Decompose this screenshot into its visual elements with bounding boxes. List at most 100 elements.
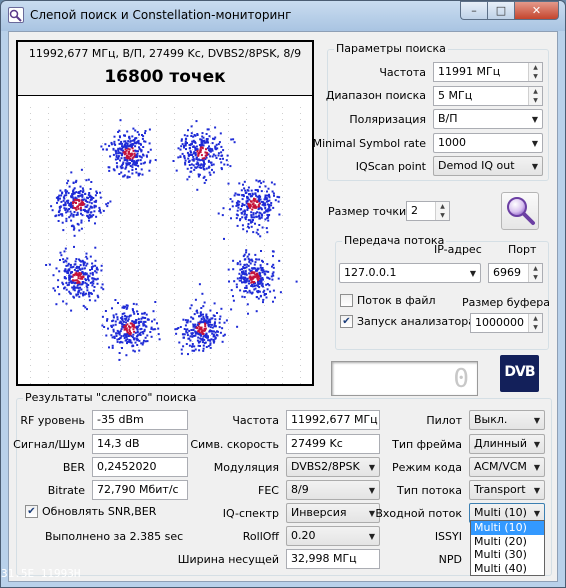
lcd-display: 0 [331,361,478,396]
stream-group-title: Передача потока [342,234,447,247]
chevron-down-icon: ▼ [368,532,375,541]
search-range-value: 5 МГц [438,89,473,102]
bandwidth-field[interactable]: 32,998 МГц [286,549,380,569]
modulation-select[interactable]: DVBS2/8PSK ▼ [286,457,380,477]
pilot-value: Выкл. [474,413,508,426]
buffer-size-value: 1000000 [475,316,524,329]
constellation-plot [30,107,301,384]
chevron-down-icon: ▼ [531,115,538,124]
search-frequency-spinbox[interactable]: 11991 МГц ▲ ▼ [433,62,543,82]
chevron-down-icon: ▼ [533,486,540,495]
dropdown-option[interactable]: Multi (10) [471,521,544,535]
polarization-select[interactable]: В/П ▼ [433,109,543,129]
dvb-logo: DVB [500,355,539,392]
issyi-label: ISSYI [434,530,462,543]
run-analyzer-checkbox[interactable]: ✔ [340,315,353,328]
update-snr-ber-checkbox[interactable]: ✔ [25,505,38,518]
buffer-size-label: Размер буфера [462,296,550,309]
symbol-cluster [223,237,298,315]
rolloff-value: 0.20 [291,529,316,542]
modulation-label: Модуляция [213,461,279,474]
symbol-cluster [217,179,281,238]
spin-down-icon[interactable]: ▼ [529,72,542,81]
frame-type-value: Длинный [474,437,527,450]
bitrate-field[interactable]: 72,790 Мбит/с [92,480,188,500]
spin-up-icon[interactable]: ▲ [529,264,542,273]
frequency-label: Частота [379,66,426,79]
point-size-value: 2 [411,204,418,217]
spin-up-icon[interactable]: ▲ [529,63,542,72]
update-snr-ber-label: Обновлять SNR,BER [42,505,157,518]
stream-to-file-label: Поток в файл [357,294,436,307]
iqscan-select[interactable]: Demod IQ out ▼ [433,156,543,176]
close-button[interactable]: ✕ [514,1,559,20]
rf-level-field[interactable]: -35 dBm [92,410,188,430]
rolloff-select[interactable]: 0.20 ▼ [286,526,380,546]
dropdown-option[interactable]: Multi (40) [471,562,544,576]
constellation-panel: 11992,677 МГц, В/П, 27499 Kc, DVBS2/8PSK… [16,40,314,386]
fec-select[interactable]: 8/9 ▼ [286,480,380,500]
signal-info-text: 11992,677 МГц, В/П, 27499 Kc, DVBS2/8PSK… [28,47,302,60]
port-label: Порт [508,243,537,256]
stream-to-file-checkbox[interactable] [340,294,353,307]
fec-label: FEC [258,484,279,497]
spin-down-icon[interactable]: ▼ [436,211,449,220]
title-bar[interactable]: Слепой поиск и Constellation-мониторинг … [1,1,565,31]
dropdown-option[interactable]: Multi (30) [471,548,544,562]
ip-address-value: 127.0.0.1 [344,266,397,279]
magnifier-scan-icon[interactable] [501,192,539,230]
main-window: Слепой поиск и Constellation-мониторинг … [0,0,566,588]
port-spinbox[interactable]: 6969 ▲ ▼ [488,263,543,283]
snr-field[interactable]: 14,3 dB [92,434,188,454]
chevron-down-icon: ▼ [531,139,538,148]
code-mode-select[interactable]: ACM/VCM ▼ [469,457,545,477]
result-frequency-field[interactable]: 11992,677 МГц [286,410,380,430]
pilot-select[interactable]: Выкл. ▼ [469,410,545,430]
input-stream-dropdown: Multi (10) Multi (20) Multi (30) Multi (… [470,520,545,576]
dropdown-option[interactable]: Multi (20) [471,535,544,549]
points-count-label: 16800 точек [104,67,226,87]
iqscan-label: IQScan point [355,160,426,173]
min-symbol-rate-value: 1000 [438,136,466,149]
buffer-size-spinbox[interactable]: 1000000 ▲ ▼ [470,313,543,333]
iq-spectrum-select[interactable]: Инверсия ▼ [286,503,380,523]
search-range-spinbox[interactable]: 5 МГц ▲ ▼ [433,86,543,106]
frame-type-select[interactable]: Длинный ▼ [469,434,545,454]
min-symbol-rate-select[interactable]: 1000 ▼ [433,133,543,153]
code-mode-value: ACM/VCM [474,460,527,473]
bitrate-label: Bitrate [47,484,85,497]
chevron-down-icon: ▼ [533,440,540,449]
spin-down-icon[interactable]: ▼ [529,323,542,332]
polarization-value: В/П [438,112,458,125]
iq-spectrum-value: Инверсия [291,506,347,519]
spin-down-icon[interactable]: ▼ [529,273,542,282]
modulation-value: DVBS2/8PSK [291,460,360,473]
point-size-label: Размер точки [328,205,407,218]
code-mode-label: Режим кода [392,461,462,474]
spin-up-icon[interactable]: ▲ [436,202,449,211]
point-size-spinbox[interactable]: 2 ▲ ▼ [406,201,450,221]
minimize-button[interactable]: – [460,1,487,20]
maximize-button[interactable]: □ [487,1,514,20]
chevron-down-icon: ▼ [533,416,540,425]
snr-label: Сигнал/Шум [13,438,85,451]
spin-up-icon[interactable]: ▲ [529,87,542,96]
ber-field[interactable]: 0,2452020 [92,457,188,477]
search-frequency-value: 11991 МГц [438,65,501,78]
bandwidth-label: Ширина несущей [177,553,279,566]
search-params-title: Параметры поиска [334,42,448,55]
chevron-down-icon: ▼ [368,486,375,495]
rf-level-label: RF уровень [20,414,85,427]
chevron-down-icon: ▼ [368,509,375,518]
symbol-rate-field[interactable]: 27499 Kc [286,434,380,454]
stream-type-label: Тип потока [396,484,462,497]
spin-up-icon[interactable]: ▲ [529,314,542,323]
window-title: Слепой поиск и Constellation-мониторинг [30,8,292,22]
input-stream-label: Входной поток [375,507,462,520]
stream-type-select[interactable]: Transport ▼ [469,480,545,500]
spin-down-icon[interactable]: ▼ [529,96,542,105]
chevron-down-icon: ▼ [531,162,538,171]
polarization-label: Поляризация [349,113,426,126]
symbol-cluster [172,120,236,191]
ip-address-select[interactable]: 127.0.0.1 ▼ [339,263,481,283]
